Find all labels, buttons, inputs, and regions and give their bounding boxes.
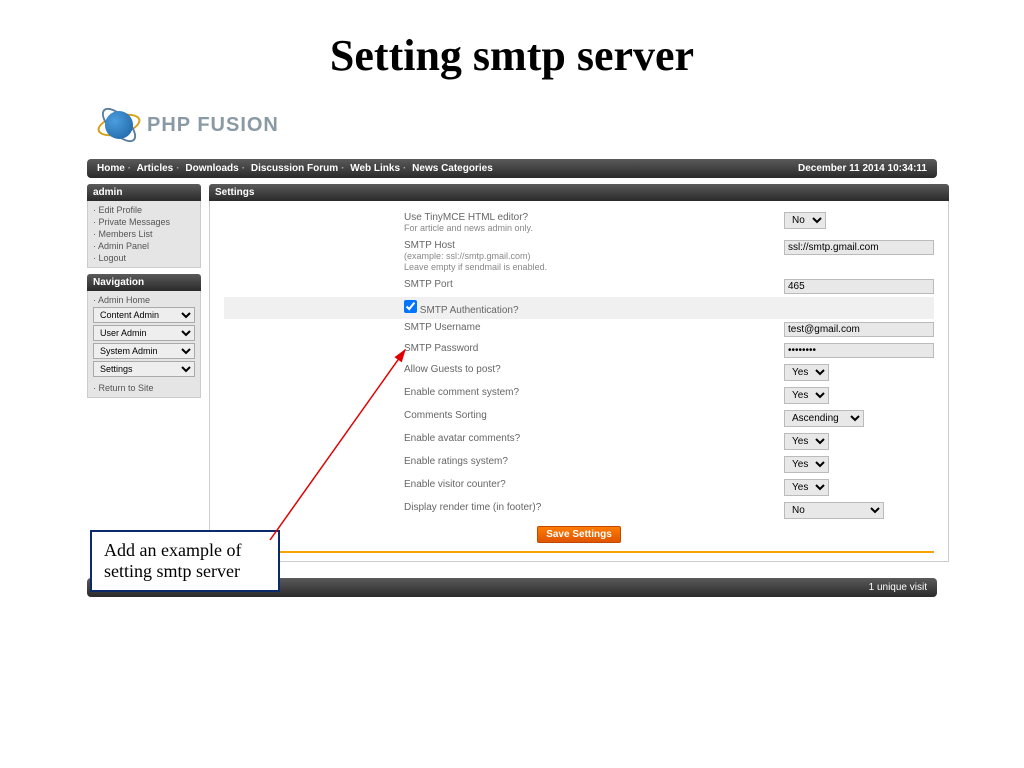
select-settings[interactable]: Settings [93,361,195,377]
annotation-box: Add an example of setting smtp server [90,530,280,592]
row-render: Display render time (in footer)? No [224,499,934,522]
row-smtp-auth: SMTP Authentication? [224,297,934,319]
label-smtp-pass: SMTP Password [224,343,784,354]
label-tinymce: Use TinyMCE HTML editor? [404,212,528,223]
topnav: Home· Articles· Downloads· Discussion Fo… [87,159,937,178]
nav-forum[interactable]: Discussion Forum [251,163,338,174]
row-ratings: Enable ratings system? Yes [224,453,934,476]
row-avatar: Enable avatar comments? Yes [224,430,934,453]
topnav-links: Home· Articles· Downloads· Discussion Fo… [97,163,493,174]
label-smtp-auth: SMTP Authentication? [420,305,519,316]
label-guests: Allow Guests to post? [224,364,784,375]
nav-downloads[interactable]: Downloads [185,163,238,174]
input-smtp-pass[interactable] [784,343,934,358]
admin-panel-body: Edit Profile Private Messages Members Li… [87,201,201,268]
select-tinymce[interactable]: No [784,212,826,229]
logo-text: PHP FUSION [147,114,279,137]
main: Settings Use TinyMCE HTML editor?For art… [209,184,949,562]
input-smtp-host[interactable] [784,240,934,255]
settings-body: Use TinyMCE HTML editor?For article and … [209,201,949,562]
logo-icon [95,101,143,149]
nav-home[interactable]: Home [97,163,125,174]
row-visitor: Enable visitor counter? Yes [224,476,934,499]
row-smtp-pass: SMTP Password [224,340,934,361]
sidebar-item-return[interactable]: Return to Site [93,382,195,394]
select-comments[interactable]: Yes [784,387,829,404]
nav-panel-body: Admin Home Content Admin User Admin Syst… [87,291,201,398]
topnav-datetime: December 11 2014 10:34:11 [798,163,927,174]
label-smtp-user: SMTP Username [224,322,784,333]
select-ratings[interactable]: Yes [784,456,829,473]
label-ratings: Enable ratings system? [224,456,784,467]
input-smtp-port[interactable] [784,279,934,294]
row-smtp-host: SMTP Host(example: ssl://smtp.gmail.com)… [224,237,934,276]
nav-news[interactable]: News Categories [412,163,493,174]
nav-articles[interactable]: Articles [137,163,174,174]
row-smtp-user: SMTP Username [224,319,934,340]
logo: PHP FUSION [95,101,1024,149]
row-tinymce: Use TinyMCE HTML editor?For article and … [224,209,934,237]
checkbox-smtp-auth[interactable] [404,300,417,313]
label-smtp-port: SMTP Port [224,279,784,290]
select-sort[interactable]: Ascending [784,410,864,427]
label-avatar: Enable avatar comments? [224,433,784,444]
sidebar-item-admin-home[interactable]: Admin Home [93,294,195,306]
label-comments: Enable comment system? [224,387,784,398]
settings-header: Settings [209,184,949,201]
sidebar-item-private-messages[interactable]: Private Messages [93,216,195,228]
row-sort: Comments Sorting Ascending [224,407,934,430]
sidebar-item-members-list[interactable]: Members List [93,228,195,240]
nav-weblinks[interactable]: Web Links [350,163,400,174]
label-smtp-host-sub2: Leave empty if sendmail is enabled. [404,262,547,272]
select-avatar[interactable]: Yes [784,433,829,450]
sidebar-item-logout[interactable]: Logout [93,252,195,264]
label-visitor: Enable visitor counter? [224,479,784,490]
label-smtp-host-sub1: (example: ssl://smtp.gmail.com) [404,251,531,261]
label-render: Display render time (in footer)? [224,502,784,513]
sidebar-item-admin-panel[interactable]: Admin Panel [93,240,195,252]
select-visitor[interactable]: Yes [784,479,829,496]
select-guests[interactable]: Yes [784,364,829,381]
row-guests: Allow Guests to post? Yes [224,361,934,384]
save-row: Save Settings [224,522,934,547]
nav-panel-header: Navigation [87,274,201,291]
row-smtp-port: SMTP Port [224,276,934,297]
select-content-admin[interactable]: Content Admin [93,307,195,323]
slide-title: Setting smtp server [0,0,1024,101]
admin-panel-header: admin [87,184,201,201]
sidebar-item-edit-profile[interactable]: Edit Profile [93,204,195,216]
save-settings-button[interactable]: Save Settings [537,526,621,543]
label-smtp-host: SMTP Host [404,240,455,251]
select-user-admin[interactable]: User Admin [93,325,195,341]
input-smtp-user[interactable] [784,322,934,337]
divider [224,551,934,553]
label-sort: Comments Sorting [224,410,784,421]
sidebar: admin Edit Profile Private Messages Memb… [87,184,201,562]
row-comments: Enable comment system? Yes [224,384,934,407]
label-tinymce-sub: For article and news admin only. [404,223,533,233]
select-system-admin[interactable]: System Admin [93,343,195,359]
select-render[interactable]: No [784,502,884,519]
